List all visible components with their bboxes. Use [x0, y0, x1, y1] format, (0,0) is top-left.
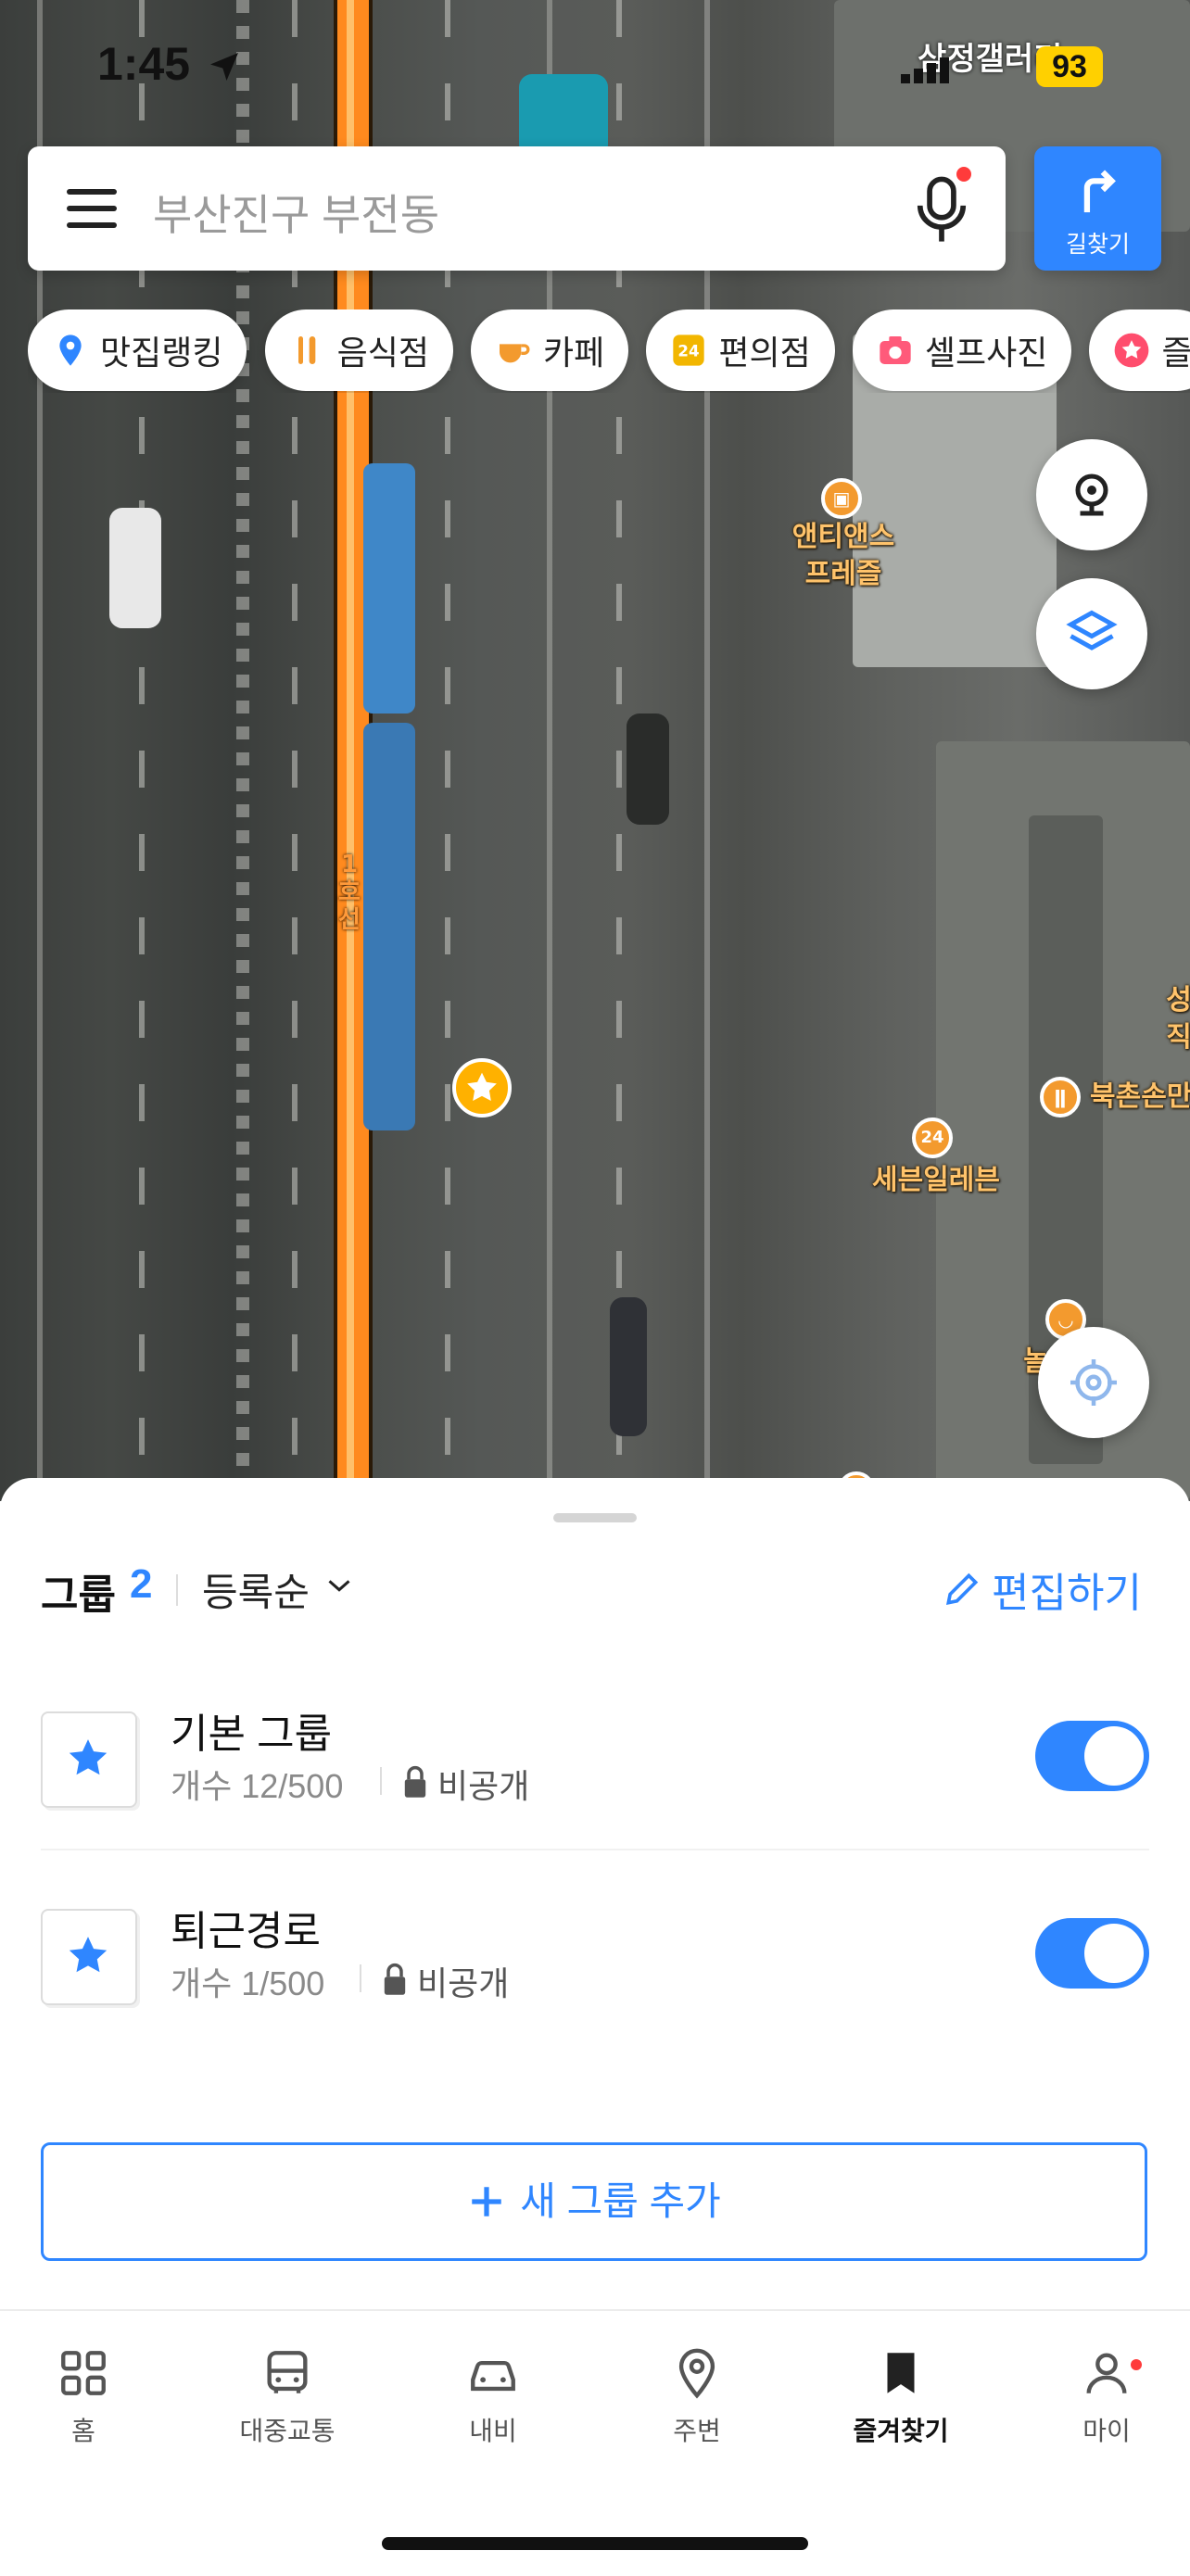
layers-button[interactable]	[1036, 578, 1147, 689]
bus	[363, 463, 415, 713]
my-location-button[interactable]	[1038, 1327, 1149, 1438]
tab-label: 마이	[1082, 2417, 1131, 2445]
camera-icon	[880, 336, 911, 364]
chip-cafe[interactable]: 카페	[471, 309, 629, 391]
vehicle	[519, 74, 608, 158]
crosshair-icon	[1070, 1359, 1117, 1406]
grid-icon	[61, 2351, 106, 2395]
tab-label: 내비	[469, 2417, 517, 2445]
plus-icon	[472, 2187, 501, 2216]
chip-self-photo[interactable]: 셀프사진	[852, 309, 1072, 391]
group-visibility-toggle[interactable]	[1035, 1721, 1149, 1791]
bus-icon	[267, 2351, 308, 2393]
cctv-icon	[1075, 474, 1108, 516]
group-name: 기본 그룹	[171, 1711, 333, 1757]
chip-restaurant-ranking[interactable]: 맛집랭킹	[28, 309, 247, 391]
pencil-icon[interactable]	[942, 1569, 982, 1610]
tab-my[interactable]: 마이	[1032, 2346, 1181, 2448]
status-time: 1:45	[97, 38, 191, 90]
tab-label: 주변	[673, 2417, 721, 2445]
poi-label[interactable]: 북촌손만	[1090, 1079, 1190, 1116]
group-count: 개수 12/500	[171, 1767, 344, 1805]
lock-icon	[384, 1963, 406, 1995]
edit-button[interactable]: 편집하기	[992, 1559, 1142, 1619]
person-icon	[1086, 2353, 1127, 2393]
add-group-button[interactable]: 새 그룹 추가	[41, 2142, 1147, 2261]
store-24-icon[interactable]: 24	[912, 1118, 953, 1158]
category-chips: 맛집랭킹 음식점 카페 24 편의점 셀프사진 즐	[28, 309, 1190, 393]
microphone-icon[interactable]	[913, 174, 970, 246]
map-pin-icon	[59, 335, 82, 366]
vehicle	[627, 713, 669, 825]
layers-icon	[1066, 610, 1118, 650]
group-row[interactable]: 기본 그룹 개수 12/500 비공개	[41, 1711, 1149, 1860]
store-24-icon: 24	[673, 335, 705, 366]
groups-count: 2	[130, 1561, 153, 1607]
group-thumbnail	[41, 1909, 137, 2005]
directions-label: 길찾기	[1065, 231, 1130, 258]
poi-label[interactable]: 앤티앤스 프레즐	[769, 519, 918, 593]
tab-label: 즐겨찾기	[853, 2417, 949, 2445]
divider	[176, 1574, 178, 1606]
tab-label: 홈	[71, 2417, 95, 2445]
chip-favorites[interactable]: 즐	[1089, 309, 1190, 391]
battery-indicator: 93	[1036, 46, 1103, 87]
tab-label: 대중교통	[239, 2417, 335, 2445]
fork-knife-icon	[298, 336, 315, 364]
group-row[interactable]: 퇴근경로 개수 1/500 비공개	[41, 1909, 1149, 2057]
bakery-icon[interactable]: ▣	[821, 478, 862, 519]
location-pin-icon	[678, 2348, 715, 2399]
star-icon	[69, 1739, 108, 1775]
lock-icon	[404, 1765, 426, 1798]
groups-label: 그룹	[41, 1572, 116, 1618]
favorite-star-marker[interactable]	[452, 1058, 512, 1118]
rail-line-label: 1호선	[338, 851, 361, 934]
divider	[41, 1849, 1149, 1850]
vehicle	[610, 1297, 647, 1436]
notification-dot	[1131, 2359, 1142, 2370]
bookmark-icon	[887, 2353, 915, 2393]
group-count: 개수 1/500	[171, 1964, 325, 2002]
tab-favorites[interactable]: 즐겨찾기	[827, 2346, 975, 2448]
group-privacy: 비공개	[417, 1964, 510, 2002]
group-thumbnail	[41, 1711, 137, 1808]
svg-text:24: 24	[678, 343, 700, 360]
turn-right-arrow-icon	[1083, 170, 1116, 213]
divider	[380, 1767, 382, 1795]
signal-icon	[901, 57, 949, 83]
sheet-drag-handle[interactable]	[553, 1513, 637, 1522]
car-icon	[471, 2360, 515, 2392]
tab-nearby[interactable]: 주변	[623, 2346, 771, 2448]
tab-navigation[interactable]: 내비	[419, 2346, 567, 2448]
chevron-down-icon[interactable]	[326, 1576, 352, 1595]
tab-home[interactable]: 홈	[9, 2346, 158, 2448]
divider	[360, 1964, 361, 1992]
street-view-button[interactable]	[1036, 439, 1147, 550]
star-icon	[69, 1937, 108, 1973]
group-name: 퇴근경로	[171, 1909, 321, 1954]
sort-dropdown[interactable]: 등록순	[202, 1561, 310, 1618]
vehicle	[109, 508, 161, 628]
poi-label[interactable]: 성직	[1160, 982, 1190, 1056]
tab-transit[interactable]: 대중교통	[213, 2346, 361, 2448]
bottom-tab-bar: 홈 대중교통 내비 주변 즐겨찾기 마이	[0, 2309, 1190, 2576]
directions-button[interactable]: 길찾기	[1034, 146, 1161, 271]
add-group-label: 새 그룹 추가	[520, 2179, 721, 2223]
bus	[363, 723, 415, 1130]
chip-convenience-store[interactable]: 24 편의점	[646, 309, 835, 391]
coffee-cup-icon	[500, 344, 530, 363]
search-input[interactable]: 부산진구 부전동	[153, 182, 439, 243]
poi-label[interactable]: 세븐일레븐	[853, 1162, 1019, 1199]
notification-dot	[956, 167, 971, 182]
home-indicator[interactable]	[382, 2537, 808, 2550]
group-visibility-toggle[interactable]	[1035, 1918, 1149, 1989]
restaurant-icon[interactable]: ǁ	[1040, 1077, 1081, 1118]
hamburger-menu-icon[interactable]	[67, 189, 117, 228]
location-arrow-icon	[210, 53, 238, 81]
group-privacy: 비공개	[437, 1767, 530, 1805]
search-bar[interactable]: 부산진구 부전동	[28, 146, 1006, 271]
chip-restaurants[interactable]: 음식점	[264, 309, 453, 391]
star-icon	[1115, 333, 1149, 368]
